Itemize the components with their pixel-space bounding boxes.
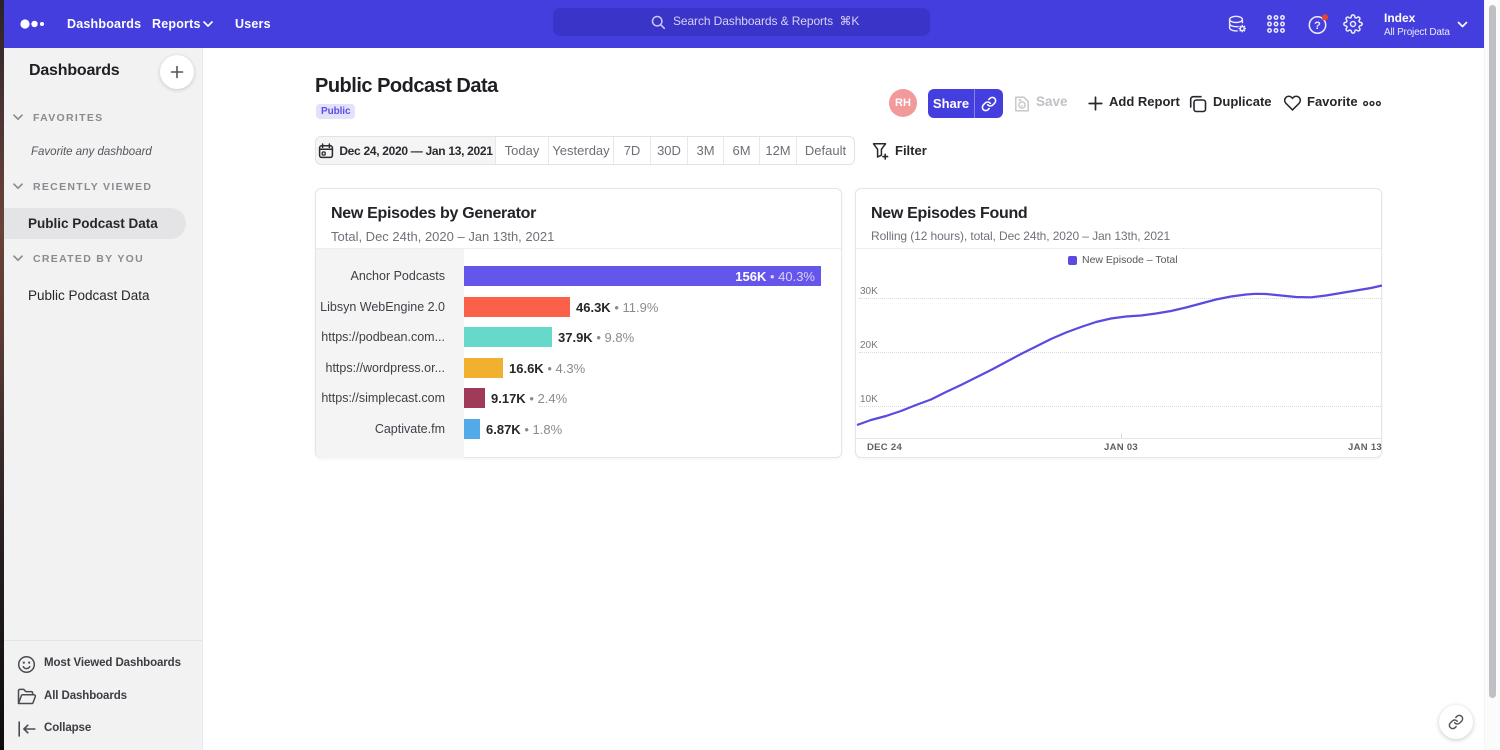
svg-text:?: ?	[1314, 20, 1321, 32]
